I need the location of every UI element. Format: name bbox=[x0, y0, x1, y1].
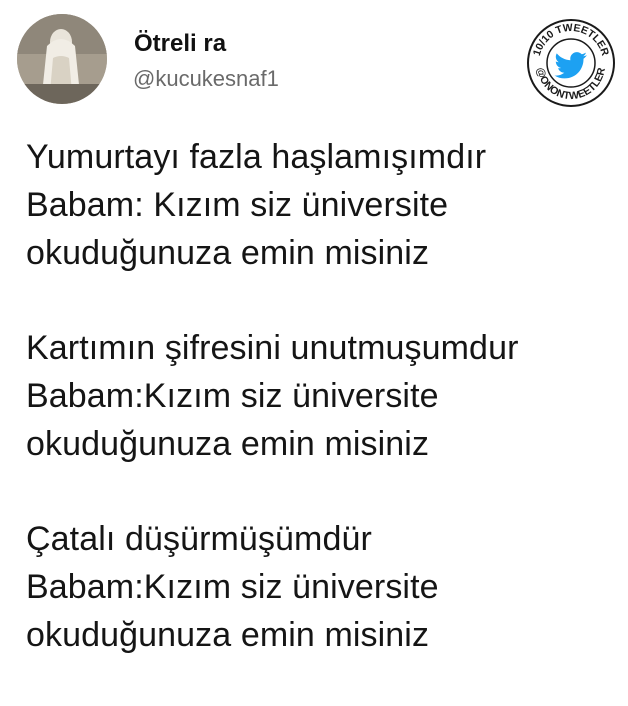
tweet-line: Çatalı düşürmüşümdür bbox=[26, 520, 372, 558]
handle[interactable]: @kucukesnaf1 bbox=[133, 66, 279, 92]
tweet-line: okuduğunuza emin misiniz bbox=[26, 425, 430, 463]
tweet-paragraph: Kartımın şifresini unutmuşumdur Babam:Kı… bbox=[26, 324, 616, 468]
tweet-line: okuduğunuza emin misiniz bbox=[26, 616, 430, 654]
tweet-paragraph: Yumurtayı fazla haşlamışımdır Babam: Kız… bbox=[26, 133, 616, 277]
avatar[interactable] bbox=[17, 14, 107, 104]
tweet-line: Yumurtayı fazla haşlamışımdır bbox=[26, 138, 487, 176]
display-name[interactable]: Ötreli ra bbox=[134, 30, 226, 58]
tweet-line: Babam:Kızım siz üniversite bbox=[26, 377, 439, 415]
tweet-line: Babam:Kızım siz üniversite bbox=[26, 568, 439, 606]
tweet-text: Yumurtayı fazla haşlamışımdır Babam: Kız… bbox=[26, 133, 616, 706]
tweet-line: Kartımın şifresini unutmuşumdur bbox=[26, 329, 519, 367]
tweet-line: okuduğunuza emin misiniz bbox=[26, 234, 430, 272]
tweet-card: Ötreli ra @kucukesnaf1 10/10 TWEETLER @O… bbox=[0, 0, 628, 680]
tweet-line: Babam: Kızım siz üniversite bbox=[26, 186, 449, 224]
tweet-paragraph: Çatalı düşürmüşümdür Babam:Kızım siz üni… bbox=[26, 515, 616, 659]
watermark-logo: 10/10 TWEETLER @ONONTWEETLER bbox=[526, 18, 616, 108]
